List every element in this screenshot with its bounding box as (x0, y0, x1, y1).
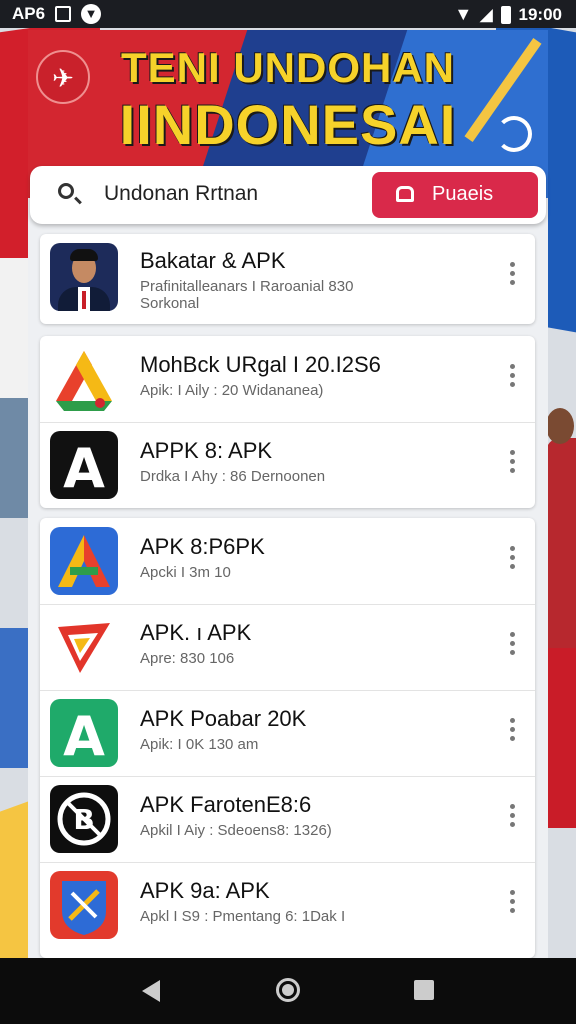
a-green-icon: A (50, 699, 118, 767)
carrier-label: AP6 (12, 4, 46, 23)
nav-recents-icon[interactable] (414, 980, 434, 1000)
list-item[interactable]: A APPK 8: APK Drdka I Ahy : 86 Dernoonen (40, 422, 535, 508)
app-name: APPK 8: APK (140, 438, 273, 463)
app-meta: Apkil I Aiy : Sdeoens8: 1326) (140, 822, 332, 839)
search-button[interactable]: Puaeis (372, 172, 538, 218)
lock-icon (396, 186, 414, 202)
app-meta: Apik: I Aily : 20 Widananea) (140, 382, 324, 399)
more-options-icon[interactable] (510, 890, 516, 920)
list-item[interactable]: A APK Poabar 20K Apik: I 0K 130 am (40, 690, 535, 777)
app-name: Bakatar & APK (140, 248, 286, 273)
person-photo-icon (50, 243, 118, 311)
app-name: MohBck URgal I 20.I2S6 (140, 352, 381, 377)
list-item[interactable]: MohBck URgal I 20.I2S6 Apik: I Aily : 20… (40, 336, 535, 423)
navigation-bar (0, 958, 576, 1024)
search-input[interactable]: Undonan Rrtnan (104, 182, 258, 206)
app-meta: Prafinitalleanars I Raroanial 830 (140, 278, 354, 295)
search-icon (58, 183, 74, 199)
app-meta: Apkl I S9 : Pmentang 6: 1Dak I (140, 908, 346, 925)
more-options-icon[interactable] (510, 364, 516, 394)
a-letter-black-icon: A (50, 431, 118, 499)
app-name: APK FarotenE8:6 (140, 792, 312, 817)
more-options-icon[interactable] (510, 262, 516, 292)
app-meta: Apre: 830 106 (140, 650, 235, 667)
app-name: APK 9a: APK (140, 878, 270, 903)
list-item[interactable]: APK 9a: APK Apkl I S9 : Pmentang 6: 1Dak… (40, 862, 535, 948)
wifi-icon: ▼ (454, 4, 473, 24)
more-options-icon[interactable] (510, 632, 516, 662)
play-red-icon (50, 613, 118, 681)
app-name: APK 8:P6PK (140, 534, 265, 559)
battery-icon (500, 5, 511, 24)
nav-back-icon[interactable] (142, 980, 160, 1002)
app-meta: Apcki I 3m 10 (140, 564, 231, 581)
more-options-icon[interactable] (510, 804, 516, 834)
app-name: APK Poabar 20K (140, 706, 307, 731)
app-meta: Apik: I 0K 130 am (140, 736, 259, 753)
signal-icon: ◢ (480, 6, 493, 24)
clock: 19:00 (518, 4, 562, 24)
banner-title-line2: IINDONESAI (119, 93, 457, 156)
app-name: APK. ı APK (140, 620, 252, 645)
shield-icon: ▼ (81, 4, 102, 24)
b-badge-icon: B (50, 785, 118, 853)
shield-blue-icon (50, 871, 118, 939)
drive-triangle-icon (50, 345, 118, 413)
list-item[interactable]: B APK FarotenE8:6 Apkil I Aiy : Sdeoens8… (40, 776, 535, 863)
search-bar: Undonan Rrtnan Puaeis (30, 166, 546, 224)
more-options-icon[interactable] (510, 450, 516, 480)
app-meta-extra: Sorkonal (140, 295, 200, 312)
list-item[interactable]: APK. ı APK Apre: 830 106 (40, 604, 535, 691)
list-item[interactable]: APK 8:P6PK Apcki I 3m 10 (40, 518, 535, 605)
app-card: MohBck URgal I 20.I2S6 Apik: I Aily : 20… (40, 336, 535, 508)
more-options-icon[interactable] (510, 718, 516, 748)
banner-title-line1: TENI UNDOHAN (121, 44, 455, 91)
image-icon (55, 6, 72, 22)
list-item[interactable]: Bakatar & APK Prafinitalleanars I Raroan… (40, 234, 535, 324)
app-meta: Drdka I Ahy : 86 Dernoonen (140, 468, 326, 485)
status-bar: AP6 ▼ ▼ ◢ 19:00 (0, 0, 576, 28)
more-options-icon[interactable] (510, 546, 516, 576)
a-multicolor-icon (50, 527, 118, 595)
search-button-label: Puaeis (432, 183, 494, 205)
app-card: APK 8:P6PK Apcki I 3m 10 APK. ı APK Apre… (40, 518, 535, 958)
nav-home-icon[interactable] (276, 978, 300, 1002)
app-card: Bakatar & APK Prafinitalleanars I Raroan… (40, 234, 535, 324)
